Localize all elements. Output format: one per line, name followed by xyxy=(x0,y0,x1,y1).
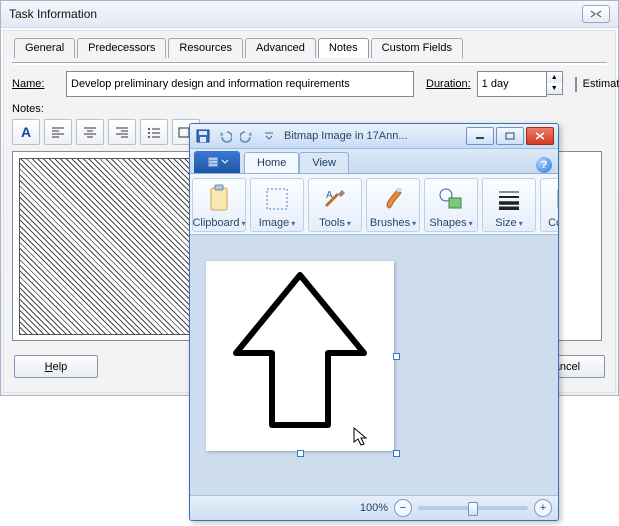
ribbon-group-brushes[interactable]: Brushes▾ xyxy=(366,178,420,232)
dialog-close-button[interactable] xyxy=(582,5,610,23)
duration-label: Duration: xyxy=(426,78,471,90)
zoom-out-button[interactable]: − xyxy=(394,499,412,517)
name-row: Name: Duration: ▲ ▼ Estimated xyxy=(12,71,607,97)
paint-canvas-area[interactable] xyxy=(190,235,558,495)
notes-label: Notes: xyxy=(12,103,44,115)
help-icon[interactable]: ? xyxy=(536,157,552,173)
ribbon-group-image[interactable]: Image▾ xyxy=(250,178,304,232)
svg-text:A: A xyxy=(326,190,333,201)
ribbon-group-clipboard[interactable]: Clipboard▾ xyxy=(192,178,246,232)
paint-window: Bitmap Image in 17Ann... Home View ? Cli… xyxy=(189,123,559,521)
size-label: Size xyxy=(495,217,516,229)
paint-titlebar[interactable]: Bitmap Image in 17Ann... xyxy=(190,124,558,149)
tab-general[interactable]: General xyxy=(14,38,75,58)
file-menu-button[interactable] xyxy=(194,151,240,173)
image-select-icon xyxy=(261,183,293,215)
duration-spin-up[interactable]: ▲ xyxy=(547,72,562,83)
colors-label: Colors xyxy=(548,217,559,229)
zoom-slider-thumb[interactable] xyxy=(468,502,478,516)
tab-home[interactable]: Home xyxy=(244,152,299,173)
paint-statusbar: 100% − + xyxy=(190,495,558,520)
ribbon-group-colors[interactable]: Colors▾ xyxy=(540,178,559,232)
clipboard-icon xyxy=(203,183,235,215)
redo-icon[interactable] xyxy=(238,127,256,145)
resize-handle-right[interactable] xyxy=(393,353,400,360)
tools-label: Tools xyxy=(319,217,345,229)
chevron-down-icon: ▾ xyxy=(469,219,473,228)
duration-input[interactable] xyxy=(477,71,547,97)
dialog-title: Task Information xyxy=(9,1,97,27)
paint-title: Bitmap Image in 17Ann... xyxy=(284,130,460,142)
size-icon xyxy=(493,183,525,215)
image-label: Image xyxy=(259,217,290,229)
shapes-label: Shapes xyxy=(429,217,466,229)
ribbon: Clipboard▾ Image▾ A Tools▾ Brushes▾ Shap… xyxy=(190,174,558,235)
align-left-button[interactable] xyxy=(44,119,72,145)
clipboard-label: Clipboard xyxy=(192,217,239,229)
ribbon-group-tools[interactable]: A Tools▾ xyxy=(308,178,362,232)
tab-notes[interactable]: Notes xyxy=(318,38,369,58)
shapes-icon xyxy=(435,183,467,215)
tools-icon: A xyxy=(319,183,351,215)
qat-dropdown-icon[interactable] xyxy=(260,127,278,145)
dialog-titlebar[interactable]: Task Information xyxy=(1,1,618,28)
align-center-button[interactable] xyxy=(76,119,104,145)
bullet-list-button[interactable] xyxy=(140,119,168,145)
zoom-in-button[interactable]: + xyxy=(534,499,552,517)
colors-icon xyxy=(551,183,559,215)
name-input[interactable] xyxy=(66,71,414,97)
zoom-label: 100% xyxy=(360,502,388,514)
chevron-down-icon: ▾ xyxy=(242,219,246,228)
font-button[interactable]: A xyxy=(12,119,40,145)
zoom-slider[interactable] xyxy=(418,506,528,510)
resize-handle-corner[interactable] xyxy=(393,450,400,457)
align-right-button[interactable] xyxy=(108,119,136,145)
window-controls xyxy=(466,127,554,145)
brushes-label: Brushes xyxy=(370,217,410,229)
tab-predecessors[interactable]: Predecessors xyxy=(77,38,166,58)
save-icon[interactable] xyxy=(194,127,212,145)
file-menu-icon xyxy=(208,157,218,167)
undo-icon[interactable] xyxy=(216,127,234,145)
tab-resources[interactable]: Resources xyxy=(168,38,243,58)
ribbon-group-size[interactable]: Size▾ xyxy=(482,178,536,232)
name-label: Name: xyxy=(12,78,60,90)
tab-advanced[interactable]: Advanced xyxy=(245,38,316,58)
maximize-button[interactable] xyxy=(496,127,524,145)
ribbon-group-shapes[interactable]: Shapes▾ xyxy=(424,178,478,232)
chevron-down-icon: ▾ xyxy=(519,219,523,228)
estimated-checkbox[interactable] xyxy=(575,77,577,92)
tab-custom-fields[interactable]: Custom Fields xyxy=(371,38,463,58)
estimated-label: Estimated xyxy=(583,78,619,90)
brush-icon xyxy=(377,183,409,215)
tab-view[interactable]: View xyxy=(299,152,349,173)
help-button[interactable]: Help xyxy=(14,355,98,378)
resize-handle-bottom[interactable] xyxy=(297,450,304,457)
close-button[interactable] xyxy=(526,127,554,145)
chevron-down-icon: ▾ xyxy=(347,219,351,228)
duration-spin-down[interactable]: ▼ xyxy=(547,83,562,94)
paint-tabstrip: Home View ? xyxy=(190,149,558,174)
tab-strip: General Predecessors Resources Advanced … xyxy=(12,37,607,57)
duration-spinner[interactable]: ▲ ▼ xyxy=(477,71,563,97)
chevron-down-icon: ▾ xyxy=(291,219,295,228)
chevron-down-icon: ▾ xyxy=(412,219,416,228)
minimize-button[interactable] xyxy=(466,127,494,145)
tab-underline xyxy=(12,62,607,65)
paint-canvas[interactable] xyxy=(206,261,394,451)
drawn-arrow-shape xyxy=(206,261,394,451)
quick-access-toolbar xyxy=(194,127,278,145)
